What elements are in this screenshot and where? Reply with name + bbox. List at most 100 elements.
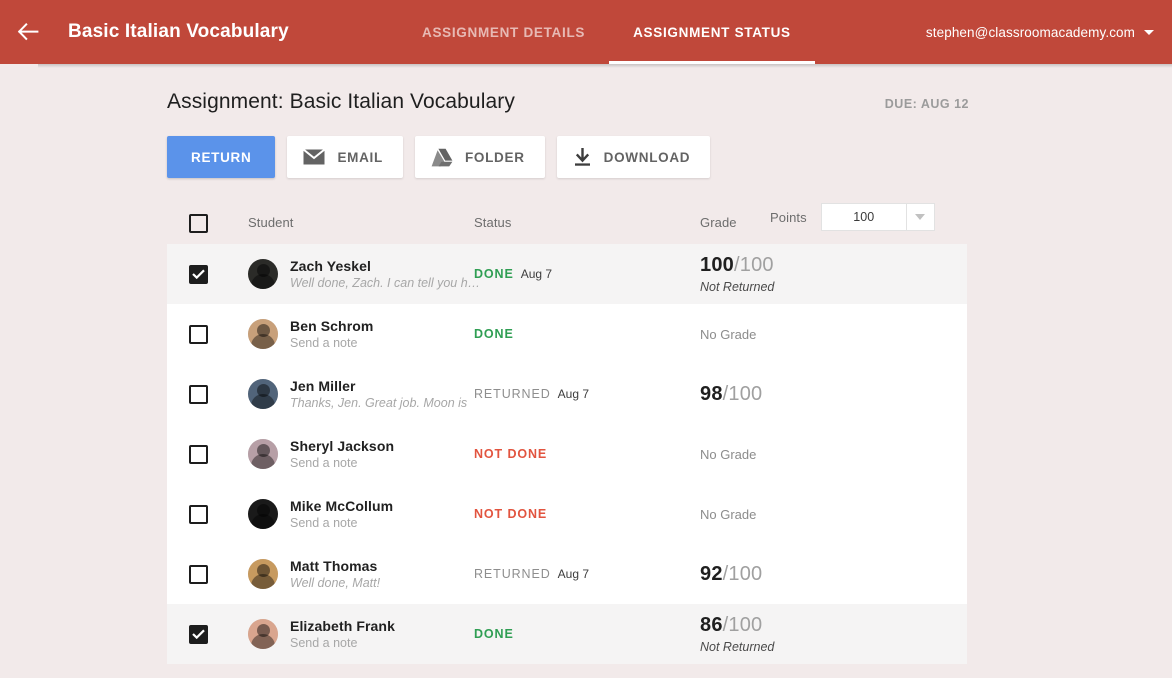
student-cell: Ben Schrom Send a note (248, 318, 474, 350)
grade-total: /100 (722, 562, 763, 585)
grade-cell[interactable]: 92/100 (700, 563, 989, 586)
grade-value: 92 (700, 562, 723, 585)
student-name: Zach Yeskel (290, 258, 372, 274)
grade-value-wrap: 92/100 (700, 563, 989, 586)
student-cell: Sheryl Jackson Send a note (248, 438, 474, 470)
student-note[interactable]: Send a note (290, 516, 393, 530)
row-checkbox[interactable] (189, 324, 208, 344)
row-select-cell (189, 384, 248, 404)
table-body: Zach Yeskel Well done, Zach. I can tell y… (167, 244, 967, 664)
page-title: Basic Italian Vocabulary (68, 21, 289, 42)
tab-bar: ASSIGNMENT DETAILS ASSIGNMENT STATUS (398, 0, 815, 64)
grade-cell[interactable]: No Grade (700, 507, 989, 522)
row-checkbox[interactable] (189, 264, 208, 284)
arrow-left-icon (17, 23, 39, 41)
student-note[interactable]: Well done, Matt! (290, 576, 380, 590)
avatar (248, 619, 278, 649)
download-button[interactable]: DOWNLOAD (556, 136, 711, 178)
table-row[interactable]: Matt Thomas Well done, Matt! RETURNED Aug 7… (167, 544, 967, 604)
student-note[interactable]: Well done, Zach. I can tell you have (290, 276, 486, 290)
download-icon (573, 147, 592, 167)
row-checkbox[interactable] (189, 624, 208, 644)
folder-button[interactable]: FOLDER (414, 136, 545, 178)
row-select-cell (189, 564, 248, 584)
grade-cell[interactable]: 100/100 Not Returned (700, 254, 989, 294)
student-note[interactable]: Thanks, Jen. Great job. Moon is (290, 396, 467, 410)
status-cell: RETURNED Aug 7 (474, 387, 700, 401)
table-row[interactable]: Sheryl Jackson Send a note NOT DONE No Grad… (167, 424, 967, 484)
row-select-cell (189, 264, 248, 284)
column-header-grade: Grade (700, 215, 737, 230)
points-input[interactable]: 100 (820, 203, 907, 231)
student-cell: Zach Yeskel Well done, Zach. I can tell y… (248, 258, 486, 290)
app-bar-shadow (38, 64, 1172, 68)
assignment-title: Assignment: Basic Italian Vocabulary (167, 90, 515, 113)
tab-assignment-status[interactable]: ASSIGNMENT STATUS (609, 0, 815, 64)
return-button[interactable]: RETURN (167, 136, 276, 178)
status-badge: RETURNED (474, 567, 551, 581)
grade-total: /100 (722, 382, 763, 405)
student-cell: Mike McCollum Send a note (248, 498, 474, 530)
due-date: DUE: AUG 12 (884, 97, 969, 111)
grade-empty: No Grade (700, 506, 757, 522)
select-all-checkbox[interactable] (189, 213, 208, 233)
student-cell: Matt Thomas Well done, Matt! (248, 558, 474, 590)
student-name: Jen Miller (290, 378, 356, 394)
grade-value: 100 (700, 254, 734, 276)
row-select-cell (189, 324, 248, 344)
student-name: Sheryl Jackson (290, 438, 395, 454)
row-checkbox[interactable] (189, 384, 208, 404)
status-date: Aug 7 (520, 267, 553, 281)
status-cell: DONE (474, 627, 700, 641)
avatar (248, 319, 278, 349)
download-button-label: DOWNLOAD (603, 149, 691, 165)
table-row[interactable]: Jen Miller Thanks, Jen. Great job. Moon i… (167, 364, 967, 424)
app-bar: Basic Italian Vocabulary ASSIGNMENT DETA… (0, 0, 1172, 64)
grade-value-wrap: 98/100 (700, 383, 989, 406)
back-button[interactable] (0, 0, 56, 64)
status-date: Aug 7 (557, 387, 590, 401)
table-row[interactable]: Elizabeth Frank Send a note DONE 86/100 Not … (167, 604, 967, 664)
status-badge: NOT DONE (474, 447, 548, 461)
return-button-label: RETURN (191, 149, 252, 165)
envelope-icon (303, 149, 326, 165)
status-cell: NOT DONE (474, 507, 700, 521)
tab-assignment-details-label: ASSIGNMENT DETAILS (422, 24, 586, 40)
status-cell: DONE Aug 7 (474, 267, 700, 281)
row-select-cell (189, 444, 248, 464)
avatar (248, 259, 278, 289)
email-button-label: EMAIL (337, 149, 383, 165)
account-menu[interactable]: stephen@classroomacademy.com (926, 0, 1154, 64)
column-header-student: Student (248, 215, 294, 230)
grade-empty: No Grade (700, 446, 757, 462)
table-row[interactable]: Mike McCollum Send a note NOT DONE No Grade (167, 484, 967, 544)
grade-cell[interactable]: No Grade (700, 447, 989, 462)
grade-cell[interactable]: No Grade (700, 327, 989, 342)
student-name: Ben Schrom (290, 318, 374, 334)
tab-assignment-details[interactable]: ASSIGNMENT DETAILS (398, 0, 609, 64)
grade-cell[interactable]: 98/100 (700, 383, 989, 406)
grade-cell[interactable]: 86/100 Not Returned (700, 614, 989, 654)
status-badge: DONE (474, 267, 514, 281)
grade-return-state: Not Returned (700, 280, 775, 294)
table-row[interactable]: Ben Schrom Send a note DONE No Grade (167, 304, 967, 364)
table-header-row: Student Status Grade Points 100 (167, 202, 967, 244)
student-name: Mike McCollum (290, 498, 394, 514)
student-note[interactable]: Send a note (290, 456, 394, 470)
grade-value-wrap: 100/100 (700, 254, 989, 277)
account-email: stephen@classroomacademy.com (925, 24, 1135, 40)
points-dropdown-button[interactable] (906, 203, 935, 231)
student-note[interactable]: Send a note (290, 636, 395, 650)
student-note[interactable]: Send a note (290, 336, 373, 350)
row-checkbox[interactable] (189, 504, 208, 524)
email-button[interactable]: EMAIL (287, 136, 403, 178)
table-row[interactable]: Zach Yeskel Well done, Zach. I can tell y… (167, 244, 967, 304)
grade-empty: No Grade (700, 326, 757, 342)
column-header-status: Status (474, 215, 512, 230)
page-body: Assignment: Basic Italian Vocabulary DUE… (0, 64, 1172, 664)
row-checkbox[interactable] (189, 444, 208, 464)
student-cell: Elizabeth Frank Send a note (248, 618, 474, 650)
status-badge: DONE (474, 627, 514, 641)
row-checkbox[interactable] (189, 564, 208, 584)
grade-total: /100 (722, 614, 763, 636)
